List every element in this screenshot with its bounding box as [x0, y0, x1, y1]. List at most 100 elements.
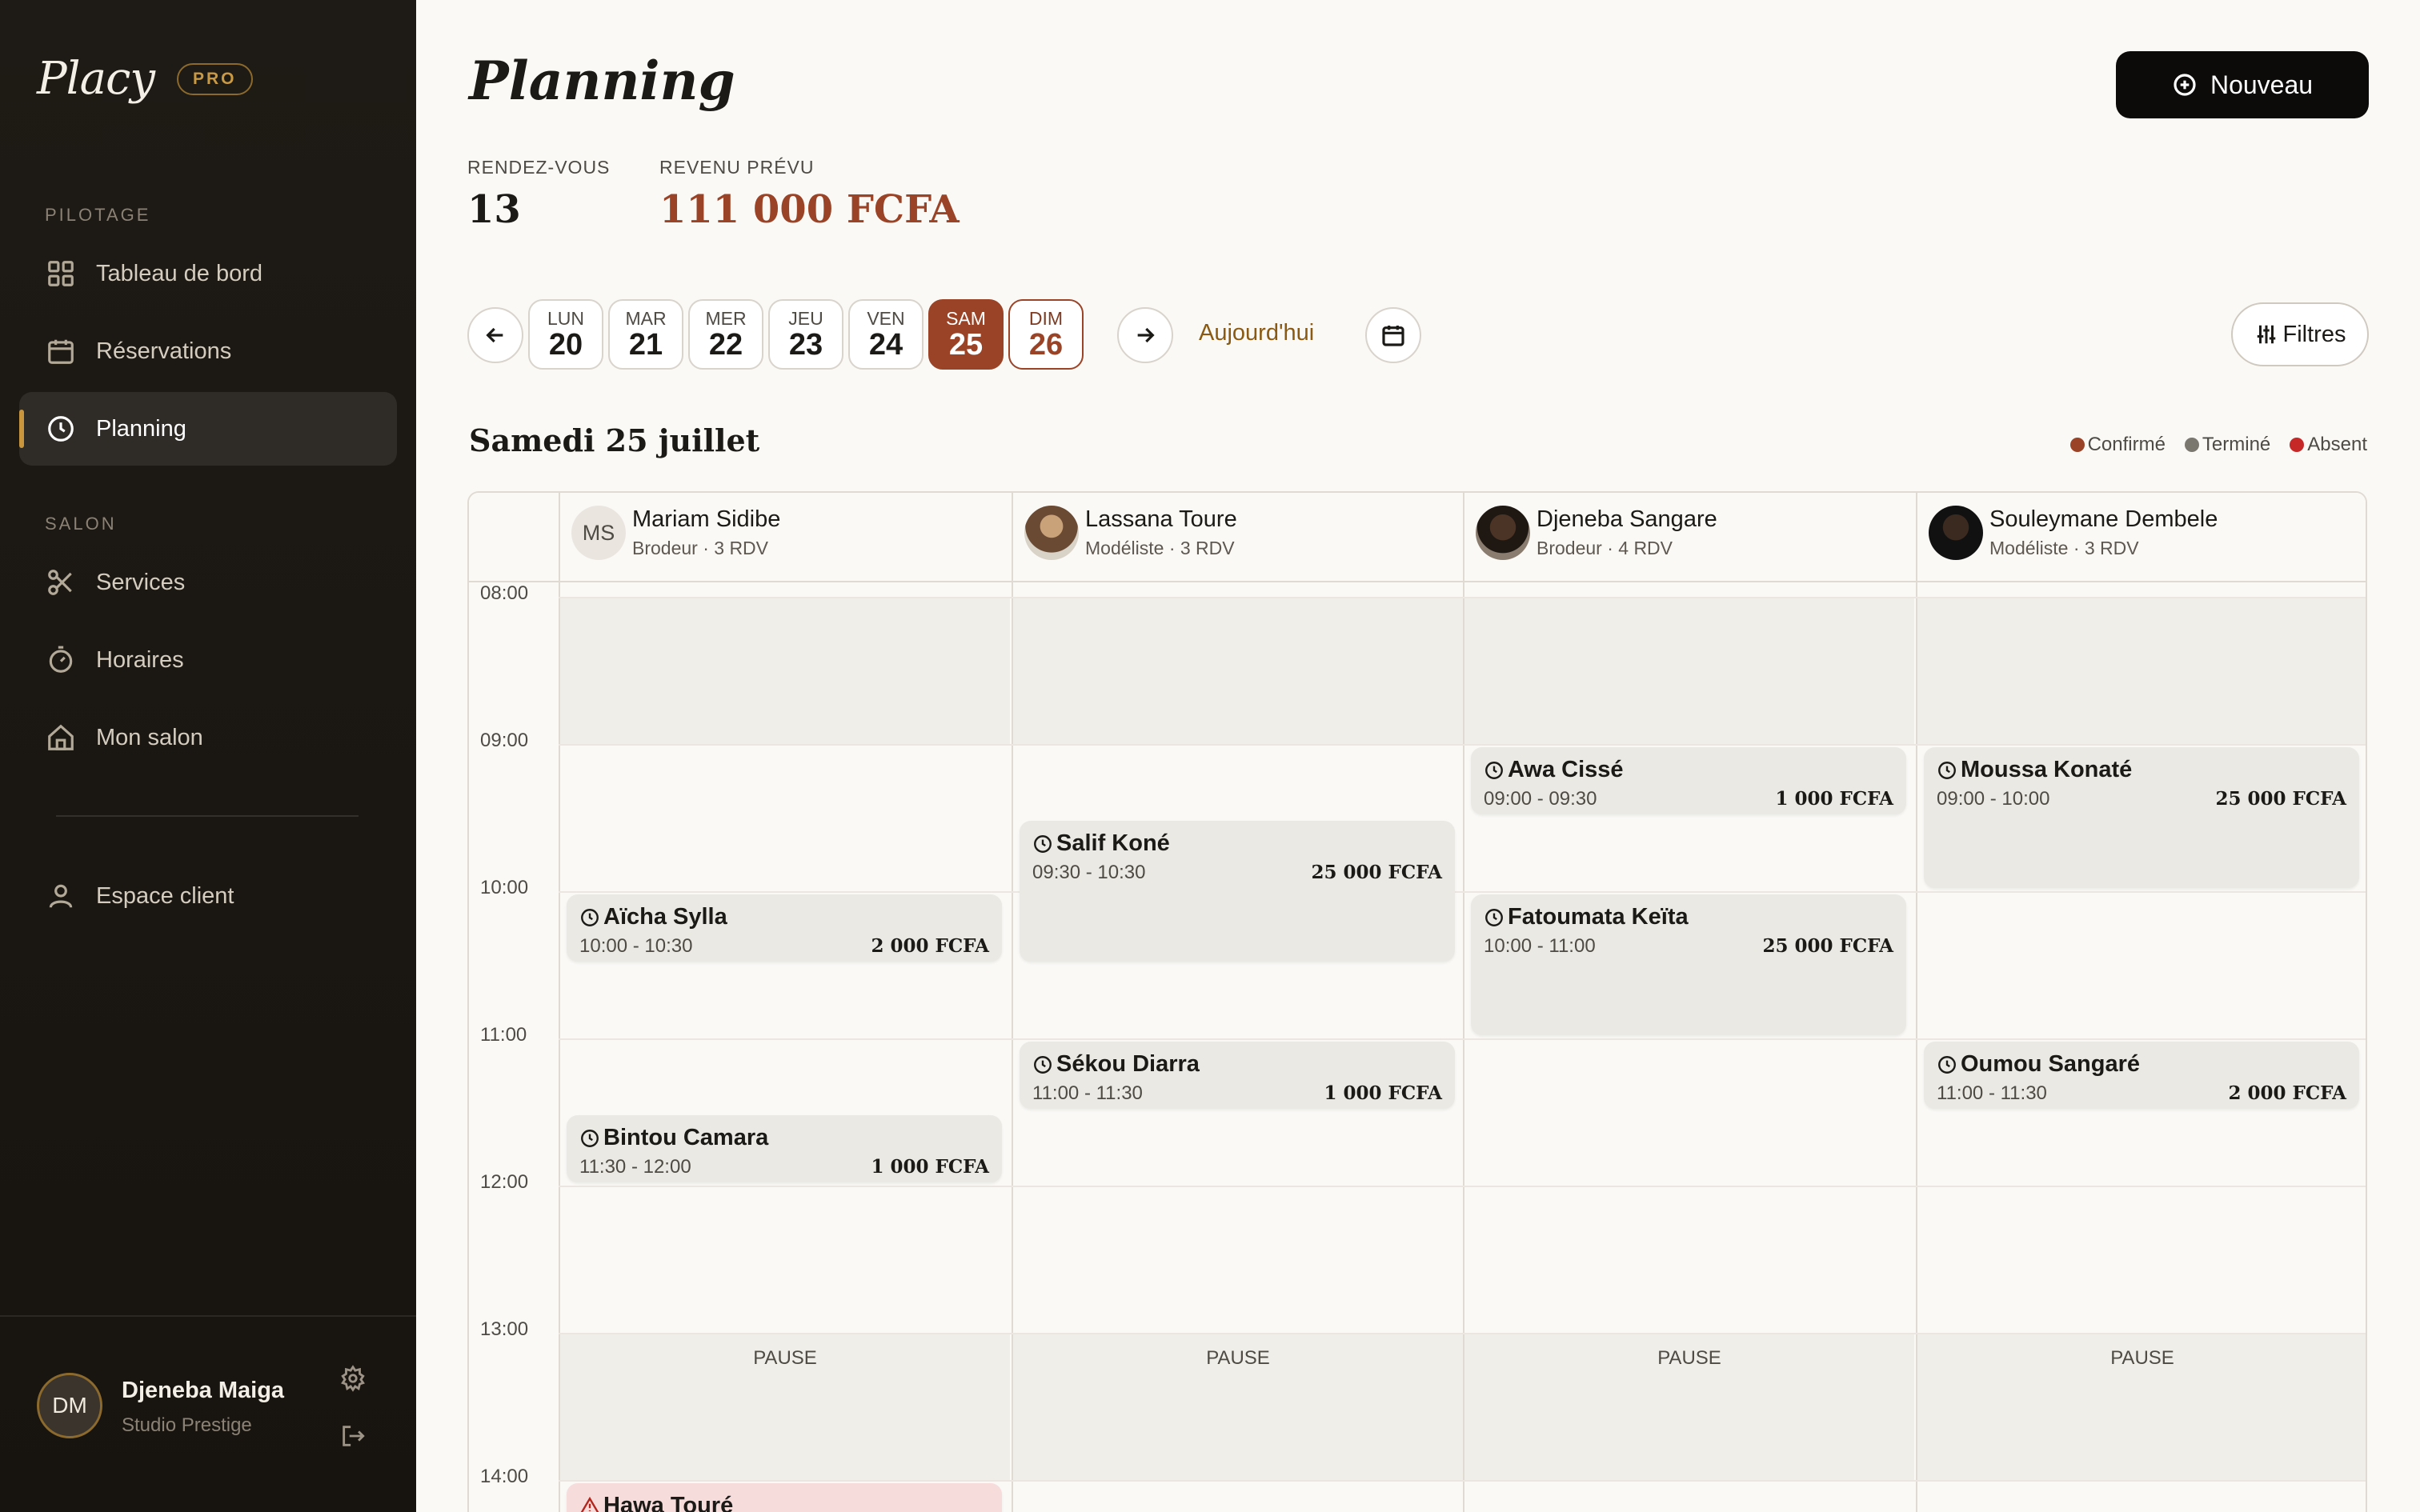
hour-label: 08:00 [480, 582, 529, 604]
prev-week-button[interactable] [467, 307, 523, 363]
staff-avatar [1476, 506, 1530, 560]
hour-line [559, 1186, 2366, 1187]
appointment-client-name: Fatoumata Keïta [1508, 904, 1689, 930]
brand-logo: Placy [37, 53, 155, 105]
appointment-time: 10:00 - 10:30 [579, 935, 693, 957]
appointment-price: 1 000 FCFA [1324, 1082, 1443, 1104]
appointment-details: 11:00 - 11:30 1 000 FCFA [1032, 1082, 1442, 1105]
sidebar-item-label: Services [96, 569, 186, 595]
appointment-client: Awa Cissé [1484, 757, 1893, 783]
staff-header[interactable]: MS Mariam Sidibe Brodeur · 3 RDV [571, 506, 780, 560]
sidebar-item-horaires[interactable]: Horaires [19, 623, 397, 697]
next-week-button[interactable] [1117, 307, 1173, 363]
status-legend: Confirmé Terminé Absent [2051, 434, 2367, 456]
user-salon: Studio Prestige [122, 1414, 252, 1436]
user-name: Djeneba Maiga [122, 1378, 285, 1403]
logout-icon[interactable] [339, 1422, 370, 1453]
legend-item: Absent [2290, 434, 2367, 456]
sidebar-item-mon-salon[interactable]: Mon salon [19, 701, 397, 774]
staff-header[interactable]: Souleymane Dembele Modéliste · 3 RDV [1929, 506, 2218, 560]
clock-icon [1484, 907, 1508, 928]
appointment-client: Fatoumata Keïta [1484, 904, 1893, 930]
clock-icon [1032, 1054, 1056, 1075]
sliders-icon [2257, 325, 2275, 344]
clock-icon [45, 413, 77, 445]
appointment-card[interactable]: Fatoumata Keïta 10:00 - 11:00 25 000 FCFA [1471, 894, 1906, 1035]
today-link[interactable]: Aujourd'hui [1199, 320, 1314, 346]
avatar[interactable]: DM [37, 1373, 102, 1438]
new-appointment-button[interactable]: Nouveau [2116, 51, 2369, 118]
plus-circle-icon [2174, 74, 2196, 96]
hour-label: 11:00 [480, 1024, 527, 1046]
staff-header[interactable]: Lassana Toure Modéliste · 3 RDV [1024, 506, 1237, 560]
sidebar-item-reservations[interactable]: Réservations [19, 314, 397, 388]
sidebar-item-label: Réservations [96, 338, 232, 364]
appointment-card[interactable]: Bintou Camara 11:30 - 12:00 1 000 FCFA [567, 1115, 1002, 1182]
brand[interactable]: Placy PRO [37, 53, 253, 105]
scissors-icon [45, 566, 77, 598]
schedule-grid: MS Mariam Sidibe Brodeur · 3 RDV Lassana To… [467, 491, 2367, 1512]
appointment-client: Oumou Sangaré [1937, 1051, 2346, 1078]
hour-line [559, 744, 2366, 746]
appointment-card[interactable]: Oumou Sangaré 11:00 - 11:30 2 000 FCFA [1924, 1042, 2359, 1109]
clock-icon [1937, 760, 1961, 781]
day-chip-dim[interactable]: DIM 26 [1008, 299, 1084, 370]
day-number: 20 [548, 328, 583, 362]
clock-icon [1484, 760, 1508, 781]
appointment-card[interactable]: Hawa Touré [567, 1483, 1002, 1512]
appointment-client-name: Oumou Sangaré [1961, 1051, 2140, 1077]
appointment-card[interactable]: Aïcha Sylla 10:00 - 10:30 2 000 FCFA [567, 894, 1002, 962]
staff-name: Lassana Toure [1085, 506, 1237, 532]
appointment-time: 11:00 - 11:30 [1937, 1082, 2047, 1104]
day-name: MAR [625, 308, 667, 329]
sidebar-item-tableau-de-bord[interactable]: Tableau de bord [19, 237, 397, 310]
staff-header[interactable]: Djeneba Sangare Brodeur · 4 RDV [1476, 506, 1717, 560]
staff-name: Souleymane Dembele [1989, 506, 2218, 532]
day-name: VEN [867, 308, 905, 329]
appointment-client-name: Bintou Camara [603, 1125, 769, 1150]
hour-label: 10:00 [480, 877, 529, 898]
settings-gear-icon[interactable] [339, 1365, 370, 1395]
appointment-card[interactable]: Sékou Diarra 11:00 - 11:30 1 000 FCFA [1020, 1042, 1455, 1109]
appointment-client: Sékou Diarra [1032, 1051, 1442, 1078]
appointment-card[interactable]: Moussa Konaté 09:00 - 10:00 25 000 FCFA [1924, 747, 2359, 888]
day-chip-mar[interactable]: MAR 21 [608, 299, 683, 370]
stat-rdv-label: RENDEZ-VOUS [467, 157, 611, 178]
alert-triangle-icon [579, 1496, 603, 1512]
sidebar-item-services[interactable]: Services [19, 546, 397, 619]
clock-icon [1937, 1054, 1961, 1075]
day-chip-lun[interactable]: LUN 20 [528, 299, 603, 370]
stat-rdv-value: 13 [467, 187, 521, 232]
appointment-client-name: Aïcha Sylla [603, 904, 727, 930]
appointment-details: 09:30 - 10:30 25 000 FCFA [1032, 862, 1442, 884]
date-picker-button[interactable] [1365, 307, 1421, 363]
staff-info: Mariam Sidibe Brodeur · 3 RDV [632, 506, 780, 559]
hour-line [559, 1038, 2366, 1040]
day-name: MER [705, 308, 747, 329]
staff-avatar [1929, 506, 1983, 560]
appointment-client-name: Awa Cissé [1508, 757, 1624, 782]
staff-avatar: MS [571, 506, 626, 560]
section-label-pilotage: PILOTAGE [45, 205, 151, 225]
appointment-card[interactable]: Awa Cissé 09:00 - 09:30 1 000 FCFA [1471, 747, 1906, 814]
filters-label: Filtres [2282, 321, 2346, 347]
day-chip-jeu[interactable]: JEU 23 [768, 299, 843, 370]
staff-name: Djeneba Sangare [1537, 506, 1717, 532]
sidebar: Placy PRO PILOTAGE Tableau de bord Réser… [0, 0, 416, 1512]
sidebar-item-espace-client[interactable]: Espace client [19, 859, 397, 933]
staff-role: Brodeur · 4 RDV [1537, 538, 1673, 558]
day-chip-ven[interactable]: VEN 24 [848, 299, 924, 370]
hour-label: 12:00 [480, 1171, 529, 1193]
appointment-client: Moussa Konaté [1937, 757, 2346, 783]
sidebar-item-label: Espace client [96, 882, 234, 909]
filters-button[interactable]: Filtres [2231, 302, 2369, 366]
sidebar-item-planning[interactable]: Planning [19, 392, 397, 466]
stat-revenue-value: 111 000 FCFA [659, 187, 960, 232]
main-content: Planning Nouveau RENDEZ-VOUS 13 REVENU P… [416, 0, 2420, 1512]
hour-line [559, 597, 2366, 598]
day-chip-sam[interactable]: SAM 25 [928, 299, 1004, 370]
appointment-price: 1 000 FCFA [1775, 788, 1894, 810]
day-chip-mer[interactable]: MER 22 [688, 299, 763, 370]
appointment-time: 09:30 - 10:30 [1032, 862, 1146, 883]
appointment-card[interactable]: Salif Koné 09:30 - 10:30 25 000 FCFA [1020, 821, 1455, 962]
